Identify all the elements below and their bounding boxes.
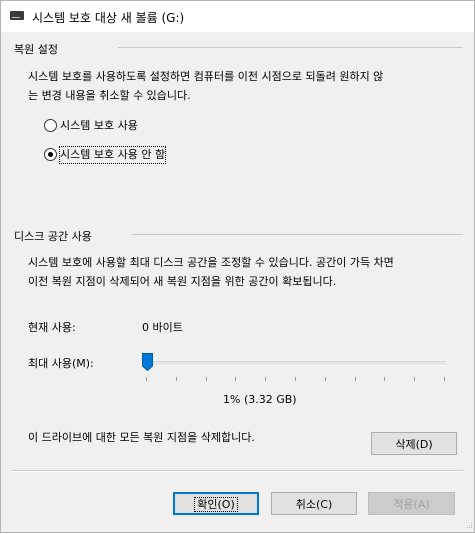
slider-tick bbox=[414, 377, 416, 381]
title-bar[interactable]: 시스템 보호 대상 새 볼륨 (G:) bbox=[1, 1, 474, 32]
footer-divider-highlight bbox=[12, 471, 463, 472]
slider-tick bbox=[295, 377, 296, 381]
current-usage-value: 0 바이트 bbox=[142, 321, 183, 334]
group-separator bbox=[132, 234, 463, 235]
max-usage-label: 최대 사용(M): bbox=[28, 357, 94, 370]
radio-label[interactable]: 시스템 보호 사용 bbox=[60, 118, 138, 134]
slider-tick bbox=[384, 377, 386, 381]
slider-tick bbox=[444, 377, 445, 381]
max-usage-readout: 1% (3.32 GB) bbox=[223, 393, 297, 406]
ok-button-label[interactable]: 확인(O) bbox=[194, 497, 238, 512]
slider-tick bbox=[205, 377, 207, 381]
current-usage-label: 현재 사용: bbox=[28, 321, 76, 334]
slider-tick bbox=[146, 377, 147, 381]
description-line: 시스템 보호를 사용하도록 설정하면 컴퓨터를 이전 시점으로 되돌려 원하지 … bbox=[28, 70, 384, 83]
max-usage-slider-thumb[interactable] bbox=[141, 353, 153, 371]
radio-selected-dot bbox=[48, 152, 53, 157]
description-line: 이전 복원 지점이 삭제되어 새 복원 지점을 위한 공간이 확보됩니다. bbox=[28, 275, 337, 288]
disk-space-group-label: 디스크 공간 사용 bbox=[14, 230, 92, 243]
system-protection-dialog: 시스템 보호 대상 새 볼륨 (G:) 복원 설정 시스템 보호를 사용하도록 … bbox=[0, 0, 475, 533]
drive-icon bbox=[10, 11, 24, 20]
cancel-button[interactable]: 취소(C) bbox=[271, 492, 357, 515]
window-title: 시스템 보호 대상 새 볼륨 (G:) bbox=[32, 11, 185, 25]
delete-button[interactable]: 삭제(D) bbox=[371, 432, 457, 455]
slider-tick bbox=[235, 377, 237, 381]
slider-tick bbox=[354, 377, 356, 381]
radio-circle[interactable] bbox=[44, 148, 57, 161]
radio-circle[interactable] bbox=[44, 119, 57, 132]
resize-grip-icon[interactable] bbox=[463, 521, 473, 531]
restore-settings-group-label: 복원 설정 bbox=[14, 43, 58, 56]
description-line: 는 변경 내용을 취소할 수 있습니다. bbox=[28, 89, 191, 102]
max-usage-slider-track[interactable] bbox=[144, 361, 446, 366]
ok-button[interactable]: 확인(O) bbox=[173, 492, 259, 515]
delete-description: 이 드라이브에 대한 모든 복원 지점을 삭제합니다. bbox=[28, 431, 255, 444]
apply-button: 적용(A) bbox=[368, 492, 455, 515]
radio-label[interactable]: 시스템 보호 사용 안 함 bbox=[58, 146, 167, 164]
disk-space-description: 시스템 보호에 사용할 최대 디스크 공간을 조정할 수 있습니다. 공간이 가… bbox=[28, 253, 394, 291]
slider-tick bbox=[175, 377, 177, 381]
description-line: 시스템 보호에 사용할 최대 디스크 공간을 조정할 수 있습니다. 공간이 가… bbox=[28, 256, 394, 269]
slider-tick bbox=[265, 377, 267, 381]
restore-settings-description: 시스템 보호를 사용하도록 설정하면 컴퓨터를 이전 시점으로 되돌려 원하지 … bbox=[28, 67, 383, 105]
group-separator bbox=[118, 47, 463, 48]
slider-tick bbox=[324, 377, 326, 381]
